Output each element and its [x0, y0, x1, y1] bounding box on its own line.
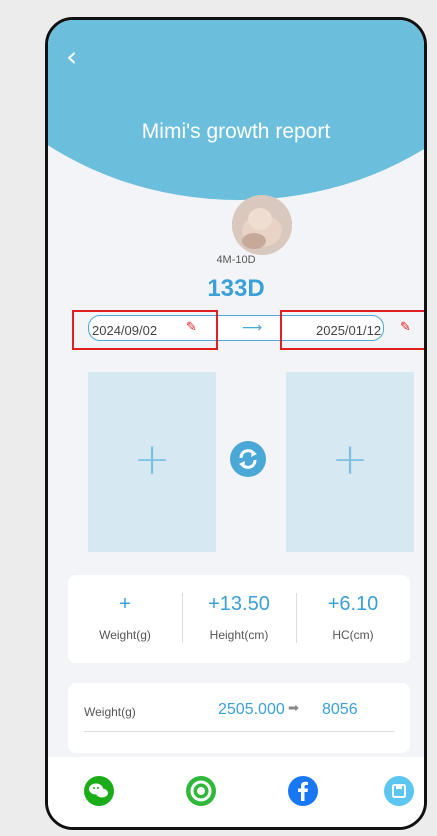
baby-age: 4M-10D	[216, 254, 256, 266]
detail-label: Weight(g)	[84, 705, 136, 719]
detail-from-value: 2505.000	[218, 701, 285, 718]
detail-card: Weight(g) 2505.000 ➡ 8056	[68, 683, 410, 753]
plus-icon: +	[133, 434, 171, 485]
share-moments-button[interactable]	[186, 776, 216, 806]
header-background	[48, 20, 424, 200]
end-date-picker[interactable]: 2025/01/12 ✎	[280, 310, 424, 350]
add-start-photo-button[interactable]: +	[88, 372, 216, 552]
start-date-picker[interactable]: 2024/09/02 ✎	[72, 310, 218, 350]
stat-value: +	[119, 593, 131, 615]
page-title: Mimi's growth report	[141, 120, 331, 143]
share-facebook-button[interactable]	[288, 776, 318, 806]
phone-frame: ‹ Mimi's growth report 4M-10D 133D ⟶ 202…	[45, 17, 427, 830]
detail-to-value: 8056	[322, 701, 358, 718]
days-count: 133D	[207, 275, 265, 302]
stat-value: +6.10	[327, 593, 379, 615]
right-arrow-icon: ⟶	[242, 320, 263, 336]
stat-height: +13.50 Height(cm)	[182, 575, 296, 663]
stat-label: HC(cm)	[332, 628, 374, 642]
facebook-icon	[298, 781, 308, 801]
edit-icon: ✎	[400, 320, 411, 335]
stat-label: Height(cm)	[209, 628, 269, 642]
start-date: 2024/09/02	[92, 323, 158, 338]
growth-stats-card: + Weight(g) +13.50 Height(cm) +6.10 HC(c…	[68, 575, 410, 663]
stat-weight: + Weight(g)	[68, 575, 182, 663]
plus-icon: +	[331, 434, 369, 485]
share-wechat-button[interactable]	[84, 776, 114, 806]
stat-label: Weight(g)	[99, 628, 151, 642]
divider	[84, 731, 394, 732]
share-bar	[48, 757, 424, 827]
add-end-photo-button[interactable]: +	[286, 372, 414, 552]
back-button[interactable]: ‹	[66, 42, 90, 72]
chevron-left-icon: ‹	[66, 40, 78, 73]
edit-icon: ✎	[186, 320, 197, 335]
wechat-icon	[89, 783, 108, 798]
avatar[interactable]	[232, 195, 292, 255]
detail-row-weight: Weight(g) 2505.000 ➡ 8056	[68, 683, 410, 733]
stat-head-circumference: +6.10 HC(cm)	[296, 575, 410, 663]
right-arrow-icon: ➡	[288, 701, 299, 716]
baby-photo	[232, 195, 292, 255]
swap-button[interactable]	[230, 441, 266, 477]
stat-value: +13.50	[208, 593, 270, 615]
save-icon	[392, 784, 406, 798]
camera-icon	[190, 780, 212, 802]
end-date: 2025/01/12	[316, 323, 382, 338]
save-button[interactable]	[384, 776, 414, 806]
refresh-icon	[239, 449, 257, 469]
